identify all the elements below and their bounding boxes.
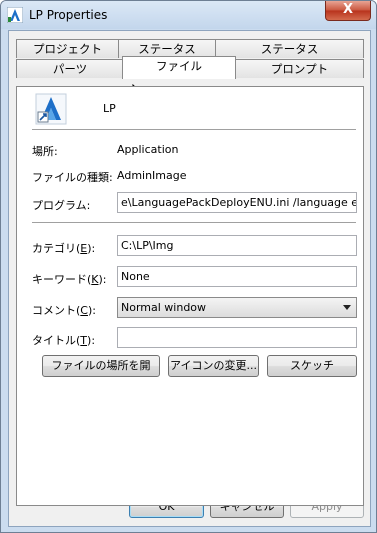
app-icon (7, 7, 23, 23)
file-name: LP (103, 102, 116, 115)
program-label: プログラム: (32, 199, 91, 212)
category-field[interactable]: C:\LP\Img (117, 235, 357, 256)
comment-label: コメント(C): (32, 304, 96, 317)
file-tab-panel: LP 場所: Application ファイルの種類: AdminImage プ… (16, 86, 364, 506)
comment-select[interactable]: Normal window (117, 297, 357, 318)
divider (32, 222, 356, 223)
window-title: LP Properties (29, 8, 108, 22)
change-icon-button[interactable]: アイコンの変更... (168, 355, 259, 377)
comment-select-value: Normal window (121, 301, 207, 314)
sketch-button[interactable]: スケッチ (267, 355, 357, 377)
divider (32, 129, 356, 130)
tab-parts[interactable]: パーツ (16, 59, 124, 78)
open-file-location-button[interactable]: ファイルの場所を開 (42, 355, 160, 377)
location-value: Application (117, 143, 179, 156)
keyword-label: キーワード(K): (32, 273, 107, 286)
title-bar[interactable]: LP Properties X (1, 1, 376, 29)
properties-window: LP Properties X プロジェクト ステータス ステータス パーツ フ… (0, 0, 377, 533)
tab-project[interactable]: プロジェクト (16, 39, 119, 58)
tab-file[interactable]: ファイル (122, 56, 236, 79)
chevron-down-icon (343, 305, 351, 310)
title-label: タイトル(T): (32, 334, 96, 347)
keyword-field[interactable]: None (117, 266, 357, 287)
file-type-value: AdminImage (117, 169, 187, 182)
dialog-client-area: プロジェクト ステータス ステータス パーツ ファイル プロンプト LP 場所:… (8, 30, 371, 527)
tab-status-2[interactable]: ステータス (215, 39, 364, 58)
tab-prompt[interactable]: プロンプト (235, 59, 364, 78)
category-label: カテゴリ(E): (32, 242, 96, 255)
location-label: 場所: (32, 145, 58, 158)
lp-file-icon (35, 93, 67, 125)
title-field[interactable] (117, 327, 357, 348)
program-field[interactable]: e\LanguagePackDeployENU.ini /language en… (117, 192, 357, 213)
file-type-label: ファイルの種類: (32, 171, 113, 184)
close-button[interactable]: X (325, 1, 371, 21)
